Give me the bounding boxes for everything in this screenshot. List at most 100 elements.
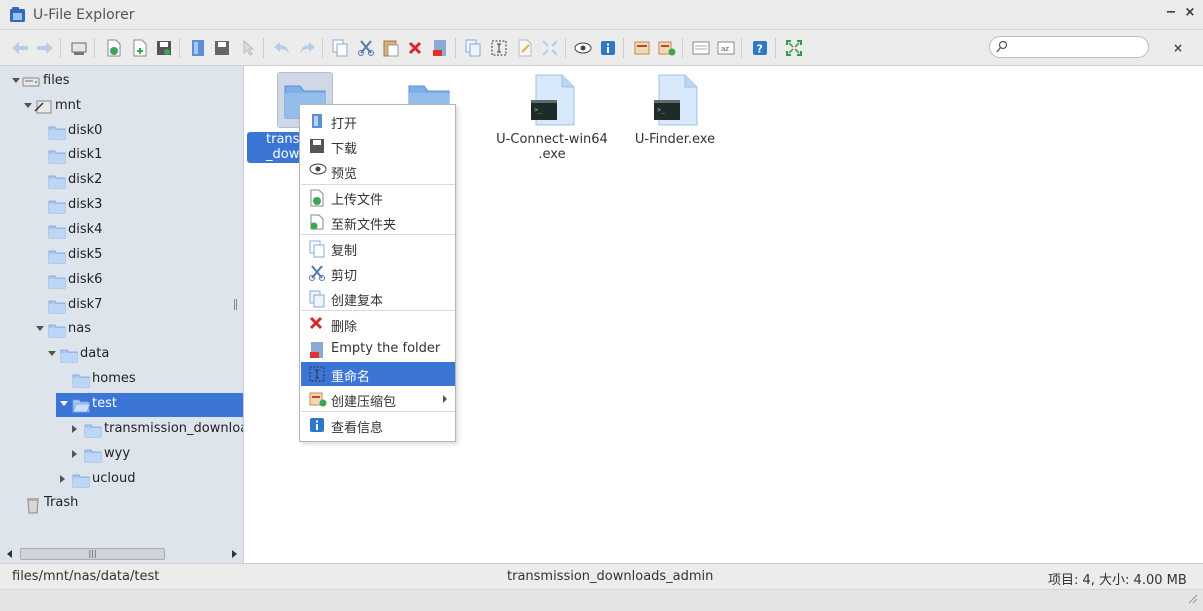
tree-item-disk3[interactable]: disk3 [0, 194, 243, 218]
undo-button[interactable] [272, 38, 292, 58]
tree-item-disk7[interactable]: disk7 [0, 294, 243, 318]
collapse-toggle-icon[interactable] [12, 78, 20, 83]
collapse-toggle-icon[interactable] [60, 401, 68, 406]
back-button[interactable] [10, 38, 30, 58]
edit-button[interactable] [515, 38, 535, 58]
tree-item-transmission-downloa[interactable]: transmission_downloa [0, 418, 243, 442]
tree-item-disk4[interactable]: disk4 [0, 219, 243, 243]
save-as-button[interactable] [212, 38, 232, 58]
duplicate-button[interactable] [463, 38, 483, 58]
window-resize-grip-icon[interactable] [1186, 592, 1198, 604]
collapse-toggle-icon[interactable] [24, 103, 32, 108]
expand-toggle-icon[interactable] [72, 450, 77, 458]
search-box[interactable] [989, 36, 1149, 58]
context-menu: 打开 下载预览上传文件 至新文件夹 复制 剪切 创建复本 删除 Empty the folde… [299, 104, 456, 442]
menu-item-archive[interactable]: 创建压缩包 [301, 387, 455, 411]
menu-item-preview[interactable]: 预览 [301, 159, 455, 183]
preview-button[interactable] [573, 38, 593, 58]
tree-item-label: homes [92, 371, 136, 386]
toolbar: × az? [0, 30, 1203, 66]
folder-icon [60, 347, 78, 363]
fullscreen-button[interactable] [784, 38, 804, 58]
folder-icon [48, 173, 66, 189]
tree-item-data[interactable]: data [0, 343, 243, 367]
scroll-right-icon[interactable] [232, 550, 237, 558]
search-input[interactable] [1010, 39, 1142, 55]
copy-button[interactable] [330, 38, 350, 58]
sidebar-resize-handle[interactable] [234, 299, 237, 310]
mount-icon [34, 99, 52, 115]
extract-button[interactable] [633, 38, 653, 58]
resize-icon [542, 40, 558, 56]
menu-item-empty-folder[interactable]: Empty the folder [301, 337, 455, 361]
tree-item-ucloud[interactable]: ucloud [0, 468, 243, 492]
tree-item-label: mnt [55, 98, 81, 113]
pointer-button[interactable] [238, 38, 258, 58]
delete-icon [408, 41, 422, 55]
delete-icon [309, 316, 325, 332]
menu-item-label: 预览 [331, 167, 358, 182]
cut-icon [358, 40, 374, 56]
tree-item-disk0[interactable]: disk0 [0, 120, 243, 144]
file-item[interactable]: >_ U-Connect-win64 .exe [492, 69, 612, 162]
new-file-button[interactable] [130, 38, 150, 58]
menu-item-upload[interactable]: 上传文件 [301, 185, 455, 209]
menu-item-duplicate[interactable]: 创建复本 [301, 286, 455, 310]
menu-item-new-folder[interactable]: 至新文件夹 [301, 210, 455, 234]
delete-button[interactable] [405, 38, 425, 58]
save-as-icon [214, 40, 230, 56]
undo-icon [273, 41, 291, 55]
menu-item-rename[interactable]: 重命名 [301, 362, 455, 386]
menu-item-open[interactable]: 打开 [301, 109, 455, 133]
rename-button[interactable] [489, 38, 509, 58]
help-button[interactable]: ? [750, 38, 770, 58]
tree-item-disk2[interactable]: disk2 [0, 169, 243, 193]
tree-item-homes[interactable]: homes [0, 368, 243, 392]
tree-item-wyy[interactable]: wyy [0, 443, 243, 467]
expand-toggle-icon[interactable] [72, 425, 77, 433]
upload-button[interactable] [104, 38, 124, 58]
tree-item-files[interactable]: files [0, 70, 243, 94]
tree-item-nas[interactable]: nas [0, 318, 243, 342]
folder-icon [48, 148, 66, 164]
paste-button[interactable] [381, 38, 401, 58]
view-list-button[interactable] [691, 38, 711, 58]
save-button[interactable] [154, 38, 174, 58]
save-icon [156, 40, 172, 56]
menu-item-delete[interactable]: 删除 [301, 312, 455, 336]
menu-item-download[interactable]: 下载 [301, 134, 455, 158]
forward-button[interactable] [35, 38, 55, 58]
redo-button[interactable] [297, 38, 317, 58]
collapse-toggle-icon[interactable] [48, 351, 56, 356]
tree-item-mnt[interactable]: mnt [0, 95, 243, 119]
minimize-button[interactable]: − [1163, 5, 1179, 21]
tree-item-disk5[interactable]: disk5 [0, 244, 243, 268]
tree-item-disk6[interactable]: disk6 [0, 269, 243, 293]
info-button[interactable] [598, 38, 618, 58]
empty-folder-button[interactable] [430, 38, 450, 58]
folder-icon [48, 223, 66, 239]
tree-item-test[interactable]: test [56, 393, 243, 417]
menu-item-cut[interactable]: 剪切 [301, 261, 455, 285]
expand-toggle-icon[interactable] [60, 475, 65, 483]
select-button[interactable] [188, 38, 208, 58]
collapse-toggle-icon[interactable] [36, 326, 44, 331]
home-button[interactable] [69, 38, 89, 58]
archive-button[interactable] [657, 38, 677, 58]
sort-button[interactable]: az [716, 38, 736, 58]
clear-search-button[interactable]: × [1173, 41, 1183, 55]
resize-button[interactable] [540, 38, 560, 58]
sidebar-horizontal-scrollbar[interactable]: ||| [0, 546, 243, 563]
menu-item-copy[interactable]: 复制 [301, 236, 455, 260]
tree-item-label: disk7 [68, 297, 103, 312]
file-item[interactable]: >_ U-Finder.exe [615, 69, 735, 161]
tree-item-trash[interactable]: Trash [0, 492, 243, 516]
scroll-left-icon[interactable] [7, 550, 12, 558]
tree-item-disk1[interactable]: disk1 [0, 144, 243, 168]
tree-item-label: data [80, 346, 110, 361]
folder-icon [48, 273, 66, 289]
cut-button[interactable] [356, 38, 376, 58]
menu-item-info[interactable]: 查看信息 [301, 413, 455, 437]
scrollbar-thumb[interactable]: ||| [20, 548, 165, 560]
close-window-button[interactable]: × [1182, 5, 1198, 21]
